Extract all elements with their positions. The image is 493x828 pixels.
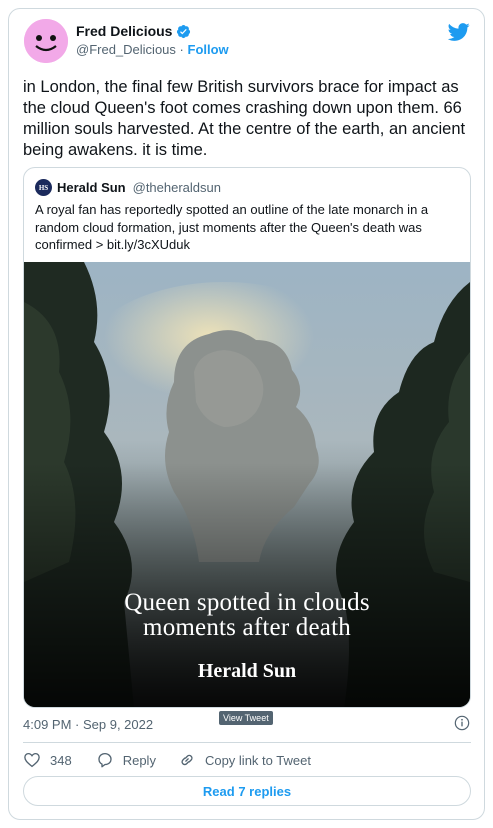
tweet-text: in London, the final few British survivo… [23,78,466,159]
avatar[interactable] [24,19,68,63]
like-count: 348 [50,752,72,768]
view-tweet-tooltip: View Tweet [219,711,273,725]
verified-badge-icon [177,24,191,38]
author-name[interactable]: Fred Delicious [76,23,172,39]
quoted-author-handle: @theheraldsun [132,180,221,195]
handle-separator: · [179,42,184,57]
tweet-card: Fred Delicious @Fred_Delicious · Follow … [8,8,485,820]
quoted-tweet[interactable]: HS Herald Sun @theheraldsun A royal fan … [23,167,471,708]
reply-label: Reply [122,752,156,768]
read-replies-button[interactable]: Read 7 replies [23,776,471,806]
copy-link-label: Copy link to Tweet [204,752,311,768]
quoted-image[interactable]: Queen spotted in clouds moments after de… [24,262,470,707]
heart-icon [24,752,40,768]
quoted-author-name: Herald Sun [57,180,126,195]
copy-link-button[interactable]: Copy link to Tweet [178,751,311,769]
twitter-logo-icon[interactable] [448,21,470,43]
author-handle[interactable]: @Fred_Delicious [76,42,176,57]
link-icon [181,754,193,766]
tweet-timestamp[interactable]: 4:09 PM · Sep 9, 2022 [23,717,153,732]
cloud-photo [24,262,470,707]
quoted-tweet-text: A royal fan has reportedly spotted an ou… [35,202,429,252]
image-headline-line-2: moments after death [143,614,351,641]
info-icon[interactable] [454,715,470,731]
author-block: Fred Delicious @Fred_Delicious · Follow [76,23,229,57]
reply-icon [98,752,112,768]
divider [23,742,471,743]
image-brand-wordmark: Herald Sun [197,660,297,682]
avatar-face-icon [24,19,68,63]
follow-button[interactable]: Follow [188,42,229,57]
herald-sun-logo-icon: HS [35,179,52,196]
like-button[interactable]: 348 [23,751,72,769]
image-headline-line-1: Queen spotted in clouds [124,589,370,616]
reply-button[interactable]: Reply [96,751,156,769]
action-bar: 348 Reply Copy link to Tweet [23,751,311,769]
